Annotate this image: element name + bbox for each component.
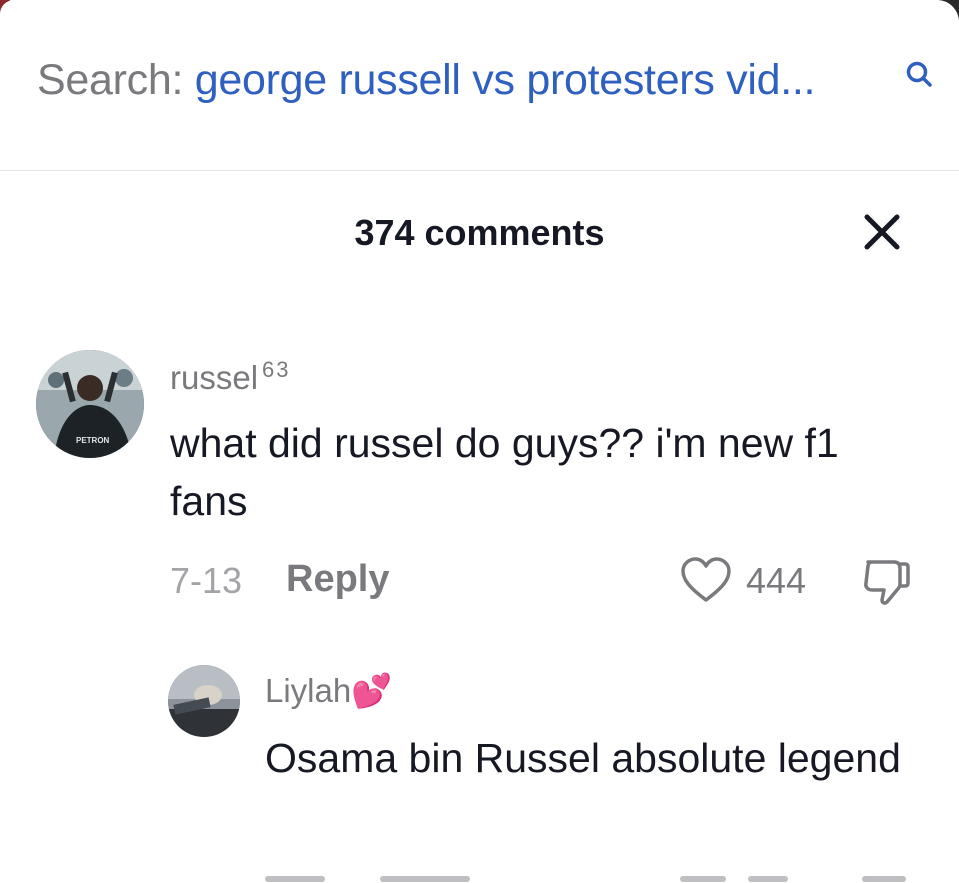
username-superscript: 63 (262, 357, 291, 382)
reply-text: Osama bin Russel absolute legend (265, 735, 901, 781)
username-emoji: 💕 (351, 672, 393, 709)
search-prefix: Search: (37, 56, 184, 104)
thumbs-down-icon[interactable] (860, 556, 912, 608)
search-query-link[interactable]: george russell vs protesters vid... (195, 56, 816, 104)
like-count: 444 (746, 560, 807, 601)
avatar[interactable] (168, 665, 240, 737)
svg-text:PETRON: PETRON (76, 436, 110, 445)
username-text: russel (170, 359, 259, 396)
comments-sheet: Search: george russell vs protesters vid… (0, 0, 959, 883)
avatar[interactable]: PETRON (36, 350, 144, 458)
comment-text: what did russel do guys?? i'm new f1 fan… (170, 420, 839, 524)
avatar-photo (168, 665, 240, 737)
comments-header: 374 comments (0, 172, 959, 292)
heart-icon-fragment (680, 876, 726, 882)
close-icon[interactable] (862, 212, 902, 252)
thumbs-down-icon-fragment (862, 876, 906, 882)
reply-username[interactable]: Liylah💕 (265, 672, 392, 711)
heart-icon[interactable] (680, 556, 732, 604)
username-text: Liylah (265, 672, 352, 709)
comment-username[interactable]: russel 63 (170, 357, 291, 397)
date-fragment (265, 876, 325, 882)
avatar-photo: PETRON (36, 350, 144, 458)
search-suggestion[interactable]: Search: george russell vs protesters vid… (37, 56, 815, 105)
reply-button[interactable]: Reply (286, 558, 389, 601)
search-suggestion-bar[interactable]: Search: george russell vs protesters vid… (0, 0, 959, 171)
reply-fragment (380, 876, 470, 882)
like-count-fragment (748, 876, 788, 882)
comments-count: 374 comments (354, 212, 605, 253)
search-icon[interactable] (903, 58, 937, 92)
next-meta-row-cut-off (0, 868, 959, 883)
comment-date: 7-13 (170, 560, 243, 601)
